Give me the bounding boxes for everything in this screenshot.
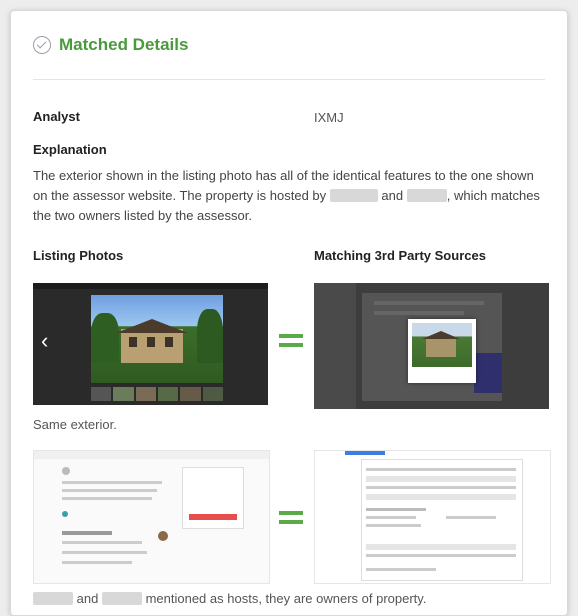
card-title: Matched Details [59, 35, 189, 54]
equals-icon [279, 511, 303, 529]
listing-photo-screenshot[interactable]: ‹ [33, 283, 268, 405]
third-party-sources-heading: Matching 3rd Party Sources [314, 248, 486, 263]
check-circle-icon [33, 36, 51, 54]
header-divider [33, 79, 545, 80]
card-header: Matched Details [33, 35, 188, 55]
match-caption-2-part2: mentioned as hosts, they are owners of p… [145, 591, 427, 606]
redacted-name [33, 592, 73, 605]
assessor-site-screenshot[interactable] [314, 283, 549, 409]
house-photo [91, 295, 223, 383]
assessor-photo-popup [408, 319, 476, 383]
listing-host-screenshot[interactable] [33, 450, 270, 584]
equals-icon [279, 334, 303, 352]
listing-photos-heading: Listing Photos [33, 248, 124, 263]
thumbnail-strip[interactable] [91, 387, 223, 401]
redacted-name [101, 592, 142, 605]
explanation-text-part2: and [381, 188, 404, 203]
redacted-name [329, 189, 378, 202]
analyst-label: Analyst [33, 109, 80, 124]
analyst-value: IXMJ [314, 110, 344, 125]
explanation-text: The exterior shown in the listing photo … [33, 166, 548, 226]
explanation-label: Explanation [33, 142, 107, 157]
match-caption-2: and mentioned as hosts, they are owners … [33, 591, 563, 606]
match-caption-1: Same exterior. [33, 417, 117, 432]
match-caption-2-part1: and [76, 591, 99, 606]
matched-details-card: Matched Details Analyst IXMJ Explanation… [10, 10, 568, 616]
redacted-name [406, 189, 447, 202]
assessor-record-screenshot[interactable] [314, 450, 551, 584]
chevron-left-icon[interactable]: ‹ [41, 328, 48, 354]
